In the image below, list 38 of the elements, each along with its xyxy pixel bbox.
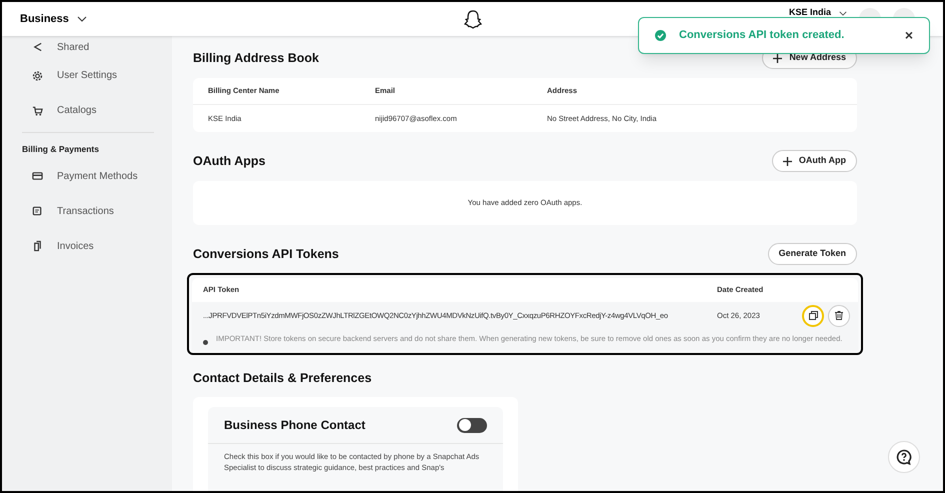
info-icon	[203, 340, 208, 345]
section-title: Conversions API Tokens	[193, 246, 339, 263]
gear-icon	[32, 70, 43, 82]
add-button[interactable]: OAuth App	[772, 150, 857, 172]
toast-message: Conversions API token created.	[679, 28, 844, 44]
sidebar-item[interactable]: Transactions	[22, 194, 154, 229]
plus-icon	[782, 156, 792, 166]
receipt-icon	[32, 205, 43, 218]
sidebar-item[interactable]: Shared	[22, 36, 154, 58]
account-dropdown[interactable]: KSE India	[788, 6, 847, 20]
trash-icon	[835, 311, 843, 320]
help-button[interactable]	[888, 441, 920, 473]
sidebar-item[interactable]: User Settings	[22, 58, 154, 93]
generate-token-button[interactable]: Generate Token	[768, 243, 857, 265]
section-heading: Billing & Payments	[22, 143, 100, 156]
delete-button[interactable]	[828, 304, 850, 326]
toggle-switch[interactable]	[457, 418, 487, 432]
chevron-down-icon	[76, 16, 87, 22]
workspace-dropdown[interactable]: Business	[20, 10, 87, 28]
document-icon	[32, 240, 43, 252]
section-title: Contact Details & Preferences	[193, 370, 373, 387]
section-title: OAuth Apps	[193, 152, 266, 170]
sidebar-item[interactable]: Payment Methods	[22, 158, 154, 194]
share-icon	[32, 41, 43, 53]
sidebar-item[interactable]: Invoices	[22, 228, 154, 264]
chevron-down-icon	[839, 10, 847, 16]
copy-icon	[808, 311, 818, 320]
close-button[interactable]: ×	[904, 25, 913, 46]
sidebar-item[interactable]: Catalogs	[22, 93, 154, 128]
card-icon	[32, 170, 43, 182]
section-title: Billing Address Book	[193, 50, 319, 67]
cart-icon	[32, 104, 43, 116]
plus-icon	[773, 54, 782, 62]
help-icon	[896, 449, 912, 465]
copy-button[interactable]	[802, 304, 824, 326]
card-title: Business Phone Contact	[224, 417, 366, 434]
check-circle-icon	[655, 30, 666, 41]
ghost-logo-icon	[464, 10, 482, 29]
